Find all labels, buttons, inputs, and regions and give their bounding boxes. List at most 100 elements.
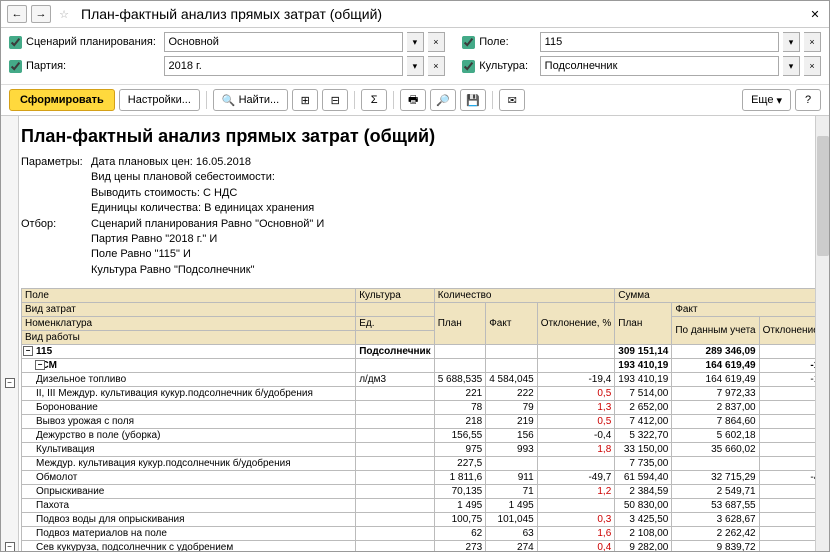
- table-row[interactable]: II, III Междур. культивация кукур.подсол…: [22, 387, 830, 401]
- cell: 7 972,33: [672, 387, 759, 401]
- row-collapse-icon[interactable]: −: [23, 346, 33, 356]
- row-name: Опрыскивание: [36, 486, 104, 497]
- cell: 7 864,60: [672, 415, 759, 429]
- table-row[interactable]: Опрыскивание70,135711,22 384,592 549,716…: [22, 485, 830, 499]
- scenario-checkbox[interactable]: [9, 36, 22, 49]
- table-row[interactable]: Междур. культивация кукур.подсолнечник б…: [22, 457, 830, 471]
- cell: 274: [486, 541, 538, 551]
- settings-button[interactable]: Настройки...: [119, 89, 200, 111]
- preview-icon[interactable]: 🔎: [430, 89, 456, 111]
- report-viewport[interactable]: − − План-фактный анализ прямых затрат (о…: [1, 115, 829, 551]
- cell: 100,75: [434, 513, 486, 527]
- form-button[interactable]: Сформировать: [9, 89, 115, 111]
- cell: [434, 359, 486, 373]
- collapse-tree-icon[interactable]: ⊟: [322, 89, 348, 111]
- cell: -19,4: [537, 373, 615, 387]
- ruler-collapse-1[interactable]: −: [5, 378, 15, 388]
- cell: 9 839,72: [672, 541, 759, 551]
- cell: 2 108,00: [615, 527, 672, 541]
- field-dropdown-icon[interactable]: ▾: [783, 32, 800, 52]
- cell: [486, 345, 538, 359]
- outline-ruler: − −: [1, 116, 19, 551]
- back-button[interactable]: ←: [7, 5, 27, 23]
- print-icon[interactable]: 🖶: [400, 89, 426, 111]
- cell: [356, 443, 435, 457]
- forward-button[interactable]: →: [31, 5, 51, 23]
- email-icon[interactable]: ✉: [499, 89, 525, 111]
- cell: 1,2: [537, 485, 615, 499]
- cell: 1,6: [537, 527, 615, 541]
- hdr-cost-type: Вид затрат: [22, 303, 356, 317]
- table-row[interactable]: Боронование78791,32 652,002 837,007,0: [22, 401, 830, 415]
- cell: 0,5: [537, 387, 615, 401]
- cell: 1,3: [537, 401, 615, 415]
- table-row[interactable]: −115Подсолнечник309 151,14289 346,09-6,4…: [22, 345, 830, 359]
- row-collapse-icon[interactable]: −: [35, 360, 45, 370]
- scenario-clear-icon[interactable]: ×: [428, 32, 445, 52]
- vertical-scrollbar[interactable]: [815, 116, 829, 551]
- scenario-input[interactable]: [164, 32, 403, 52]
- hdr-by-accounting: По данным учета: [672, 317, 759, 345]
- culture-input[interactable]: [540, 56, 779, 76]
- table-row[interactable]: Подвоз материалов на поле62631,62 108,00…: [22, 527, 830, 541]
- cell: [356, 471, 435, 485]
- table-row[interactable]: −ГСМ193 410,19164 619,49-14,9: [22, 359, 830, 373]
- cell: [537, 499, 615, 513]
- cell: 78: [434, 401, 486, 415]
- sum-icon[interactable]: Σ: [361, 89, 387, 111]
- cell: 2 262,42: [672, 527, 759, 541]
- field-input[interactable]: [540, 32, 779, 52]
- close-button[interactable]: ✕: [807, 6, 823, 22]
- table-row[interactable]: Вывоз урожая с поля2182190,57 412,007 86…: [22, 415, 830, 429]
- field-label: Поле:: [479, 36, 535, 48]
- cell: 3 628,67: [672, 513, 759, 527]
- more-button[interactable]: Еще ▾: [742, 89, 791, 111]
- row-name: Обмолот: [36, 472, 77, 483]
- culture-clear-icon[interactable]: ×: [804, 56, 821, 76]
- cell: 221: [434, 387, 486, 401]
- expand-tree-icon[interactable]: ⊞: [292, 89, 318, 111]
- cell: [486, 457, 538, 471]
- row-name: Дизельное топливо: [36, 374, 126, 385]
- table-row[interactable]: Обмолот1 811,6911-49,761 594,4032 715,29…: [22, 471, 830, 485]
- table-row[interactable]: Пахота1 4951 49550 830,0053 687,555,6: [22, 499, 830, 513]
- party-checkbox[interactable]: [9, 60, 22, 73]
- row-name: Вывоз урожая с поля: [36, 416, 134, 427]
- cell: 5 688,535: [434, 373, 486, 387]
- cell: 273: [434, 541, 486, 551]
- cell: 2 384,59: [615, 485, 672, 499]
- row-name: Подвоз материалов на поле: [36, 528, 167, 539]
- hdr-culture: Культура: [356, 289, 435, 303]
- table-row[interactable]: Сев кукуруза, подсолнечник с удобрением2…: [22, 541, 830, 551]
- culture-dropdown-icon[interactable]: ▾: [783, 56, 800, 76]
- party-dropdown-icon[interactable]: ▾: [407, 56, 424, 76]
- save-icon[interactable]: 💾: [460, 89, 486, 111]
- cell: 193 410,19: [615, 373, 672, 387]
- table-row[interactable]: Дизельное топливол/дм35 688,5354 584,045…: [22, 373, 830, 387]
- find-button[interactable]: 🔍Найти...: [213, 89, 288, 111]
- table-row[interactable]: Дежурство в поле (уборка)156,55156-0,45 …: [22, 429, 830, 443]
- table-row[interactable]: Подвоз воды для опрыскивания100,75101,04…: [22, 513, 830, 527]
- party-input[interactable]: [164, 56, 403, 76]
- party-clear-icon[interactable]: ×: [428, 56, 445, 76]
- cell: 53 687,55: [672, 499, 759, 513]
- hdr-unit: Ед.: [356, 317, 435, 331]
- scenario-dropdown-icon[interactable]: ▾: [407, 32, 424, 52]
- cell: [356, 401, 435, 415]
- cell: [486, 359, 538, 373]
- cell: 5 322,70: [615, 429, 672, 443]
- help-icon[interactable]: ?: [795, 89, 821, 111]
- table-row[interactable]: Культивация9759931,833 150,0035 660,027,…: [22, 443, 830, 457]
- cell: 1 811,6: [434, 471, 486, 485]
- culture-checkbox[interactable]: [462, 60, 475, 73]
- ruler-collapse-2[interactable]: −: [5, 542, 15, 551]
- favorite-icon[interactable]: ☆: [55, 5, 73, 23]
- params-body: Дата плановых цен: 16.05.2018 Вид цены п…: [91, 155, 314, 217]
- cell: [356, 359, 435, 373]
- hdr-sum: Сумма: [615, 289, 829, 303]
- report-table: Поле Культура Количество Сумма Вид затра…: [21, 288, 829, 551]
- hdr-field: Поле: [22, 289, 356, 303]
- field-checkbox[interactable]: [462, 36, 475, 49]
- row-name: 115: [36, 346, 52, 357]
- field-clear-icon[interactable]: ×: [804, 32, 821, 52]
